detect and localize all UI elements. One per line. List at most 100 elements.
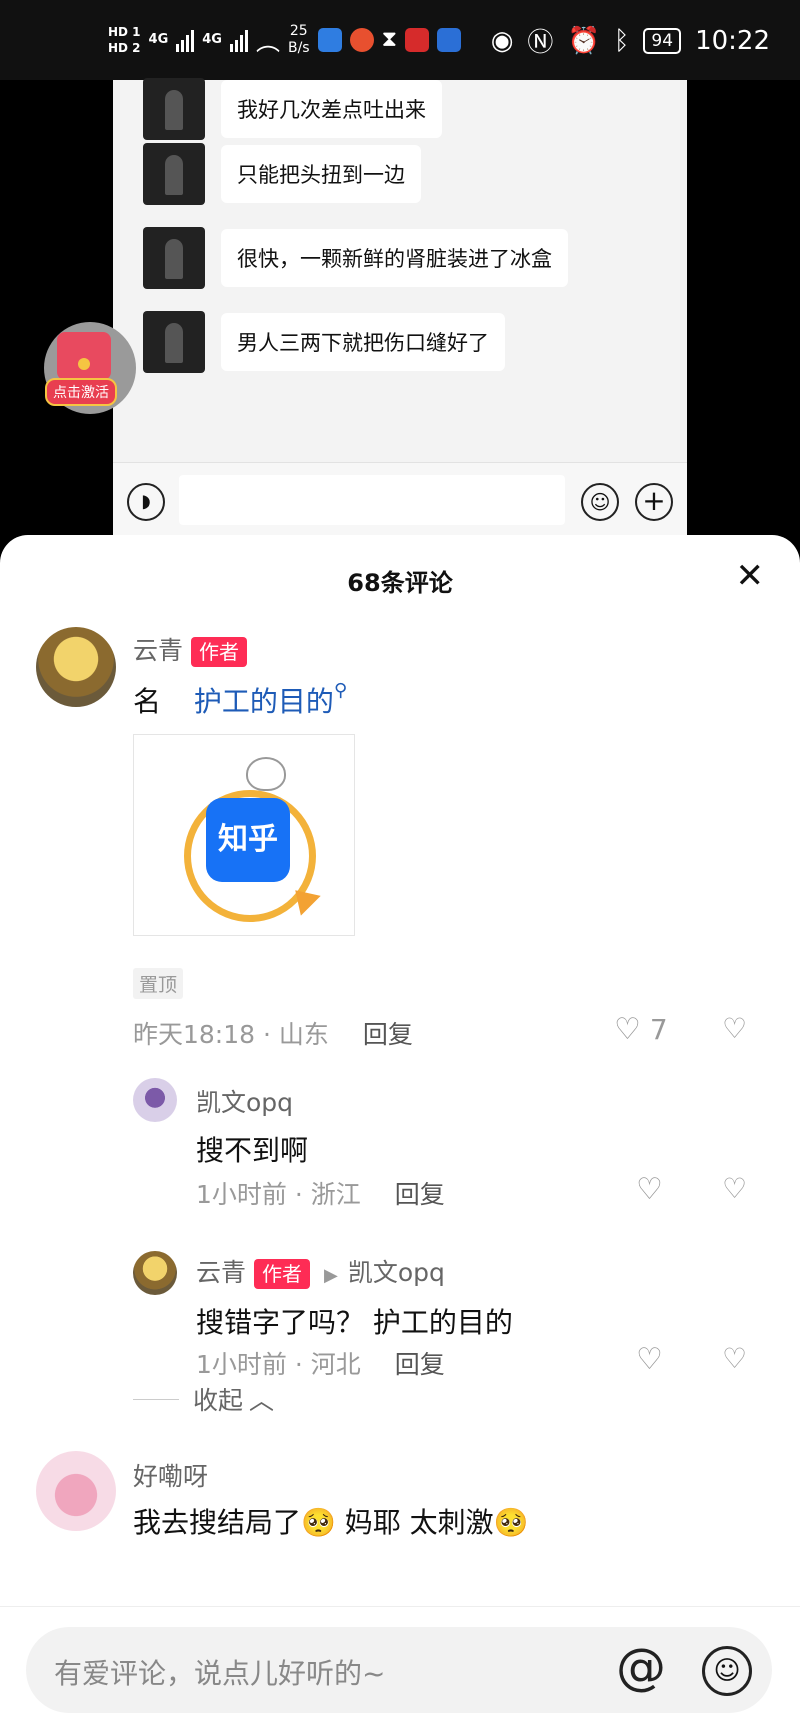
reply-author[interactable]: 云青 作者 ▶ 凯文opq [196,1253,445,1289]
app-notification-icon [317,27,342,52]
close-icon[interactable]: ✕ [736,559,765,593]
chat-avatar [143,143,205,205]
comment-sheet: 68条评论 ✕ 云青 作者 名 护工的目的⚲ 知乎 置顶 昨天18:18 · 山东… [0,535,800,1733]
collapse-replies-button[interactable]: 收起 ︿ [133,1381,274,1417]
comment-author[interactable]: 云青 作者 [133,631,248,667]
hd1-label: HD 1 [108,24,141,39]
speed-unit: B/s [287,39,310,56]
chat-message: 男人三两下就把伤口缝好了 [143,311,505,373]
comment-time: 昨天18:18 · 山东 [133,1020,329,1049]
search-link[interactable]: 护工的目的⚲ [193,680,347,718]
collapse-label: 收起 [193,1386,244,1415]
reply-time: 1小时前 · 河北 [196,1350,361,1379]
dislike-heart-icon[interactable]: ♡ [722,1342,747,1375]
chat-bubble: 男人三两下就把伤口缝好了 [221,313,505,371]
voice-icon: ◗ [127,483,165,521]
zhihu-logo: 知乎 [206,798,290,882]
hd-indicator: HD 1 HD 2 [108,24,141,56]
bluetooth-icon: ᛒ [613,25,630,56]
reply-button[interactable]: 回复 [395,1350,445,1379]
reply-time: 1小时前 · 浙江 [196,1180,361,1209]
hourglass-icon: ⧗ [381,27,398,52]
reply-to-name: 凯文opq [347,1258,445,1287]
like-count: 7 [649,1013,668,1046]
heart-icon[interactable]: ♡ [636,1172,663,1207]
chevron-up-icon: ︿ [249,1386,275,1415]
emoji-icon: ☺ [581,483,619,521]
comment-input[interactable]: 有爱评论，说点儿好听的~ @ ☺ [26,1627,772,1713]
app-notification-icon [405,27,430,52]
chat-screenshot: 我好几次差点吐出来 只能把头扭到一边 很快，一颗新鲜的肾脏装进了冰盒 男人三两下… [113,78,687,536]
status-bar: HD 1 HD 2 4G 4G ︵ 25 B/s ⧗ ◉ Ⓝ ⏰ ᛒ 94 10… [0,0,800,80]
comment-text: 名 护工的目的⚲ [133,680,347,720]
search-link-text: 护工的目的 [193,685,334,718]
reply-button[interactable]: 回复 [363,1020,413,1049]
signal1-bars-icon [176,28,195,52]
at-icon[interactable]: @ [616,1637,666,1697]
chat-bubble: 很快，一颗新鲜的肾脏装进了冰盒 [221,229,568,287]
chat-message: 很快，一颗新鲜的肾脏装进了冰盒 [143,227,568,289]
reply-button[interactable]: 回复 [395,1180,445,1209]
like-button[interactable]: ♡ 7 [614,1012,668,1047]
reply-to-arrow-icon: ▶ [324,1265,338,1286]
wifi-icon: ︵ [255,28,280,56]
eye-icon: ◉ [490,25,514,56]
reply-meta: 1小时前 · 河北 回复 [196,1345,445,1381]
chat-avatar [143,78,205,140]
comment-meta: 昨天18:18 · 山东 回复 [133,1015,413,1051]
pinned-badge: 置顶 [133,968,184,999]
hd2-label: HD 2 [108,40,141,55]
chat-input-field [179,475,565,525]
comment-image[interactable]: 知乎 [133,734,355,936]
red-packet-label: 点击激活 [45,378,117,406]
battery-indicator: 94 [643,27,682,54]
signal1-label: 4G [148,32,169,47]
speed-value: 25 [289,22,308,39]
heart-icon[interactable]: ♡ [636,1342,663,1377]
status-right: ◉ Ⓝ ⏰ ᛒ 94 10:22 [491,22,770,59]
clock: 10:22 [695,25,770,56]
dislike-heart-icon[interactable]: ♡ [722,1172,747,1205]
network-speed: 25 B/s [288,23,310,57]
heart-icon: ♡ [614,1012,641,1047]
red-packet-widget[interactable]: 点击激活 [44,322,136,414]
dislike-heart-icon[interactable]: ♡ [722,1012,747,1045]
chat-avatar [143,227,205,289]
red-packet-icon [57,332,111,380]
reply-text: 搜不到啊 [196,1134,309,1167]
reply-meta: 1小时前 · 浙江 回复 [196,1175,445,1211]
emoji-icon[interactable]: ☺ [702,1646,752,1696]
signal2-label: 4G [202,32,222,47]
chat-message: 我好几次差点吐出来 [143,78,442,140]
reply-author[interactable]: 凯文opq [196,1083,293,1119]
status-left: HD 1 HD 2 4G 4G ︵ 25 B/s ⧗ [108,22,462,57]
search-icon: ⚲ [333,680,348,701]
avatar[interactable] [133,1078,177,1122]
app-notification-icon [437,27,462,52]
chat-message: 只能把头扭到一边 [143,143,421,205]
weibo-icon [349,27,374,52]
chat-input-bar: ◗ ☺ + [113,462,687,536]
chat-bubble: 我好几次差点吐出来 [221,80,442,138]
comment-author[interactable]: 好嘞呀 [133,1457,208,1493]
comment-input-placeholder: 有爱评论，说点儿好听的~ [54,1657,386,1690]
duck-illustration [246,757,286,791]
author-badge: 作者 [191,637,248,667]
reply-text: 搜错字了吗？ 护工的目的 [196,1306,513,1339]
author-name: 云青 [196,1258,247,1287]
chat-bubble: 只能把头扭到一边 [221,145,421,203]
author-badge: 作者 [254,1259,311,1289]
avatar[interactable] [36,1451,116,1531]
plus-icon: + [635,483,673,521]
avatar[interactable] [133,1251,177,1295]
chat-avatar [143,311,205,373]
divider-line [133,1398,179,1400]
author-name: 云青 [133,636,184,665]
comment-text: 我去搜结局了🥺 妈耶 太刺激🥺 [133,1506,529,1539]
signal2-bars-icon [229,28,248,52]
nfc-icon: Ⓝ [527,28,554,58]
avatar[interactable] [36,627,116,707]
alarm-icon: ⏰ [567,25,600,56]
comment-count-title: 68条评论 [347,569,453,597]
comment-text-prefix: 名 [133,685,162,718]
